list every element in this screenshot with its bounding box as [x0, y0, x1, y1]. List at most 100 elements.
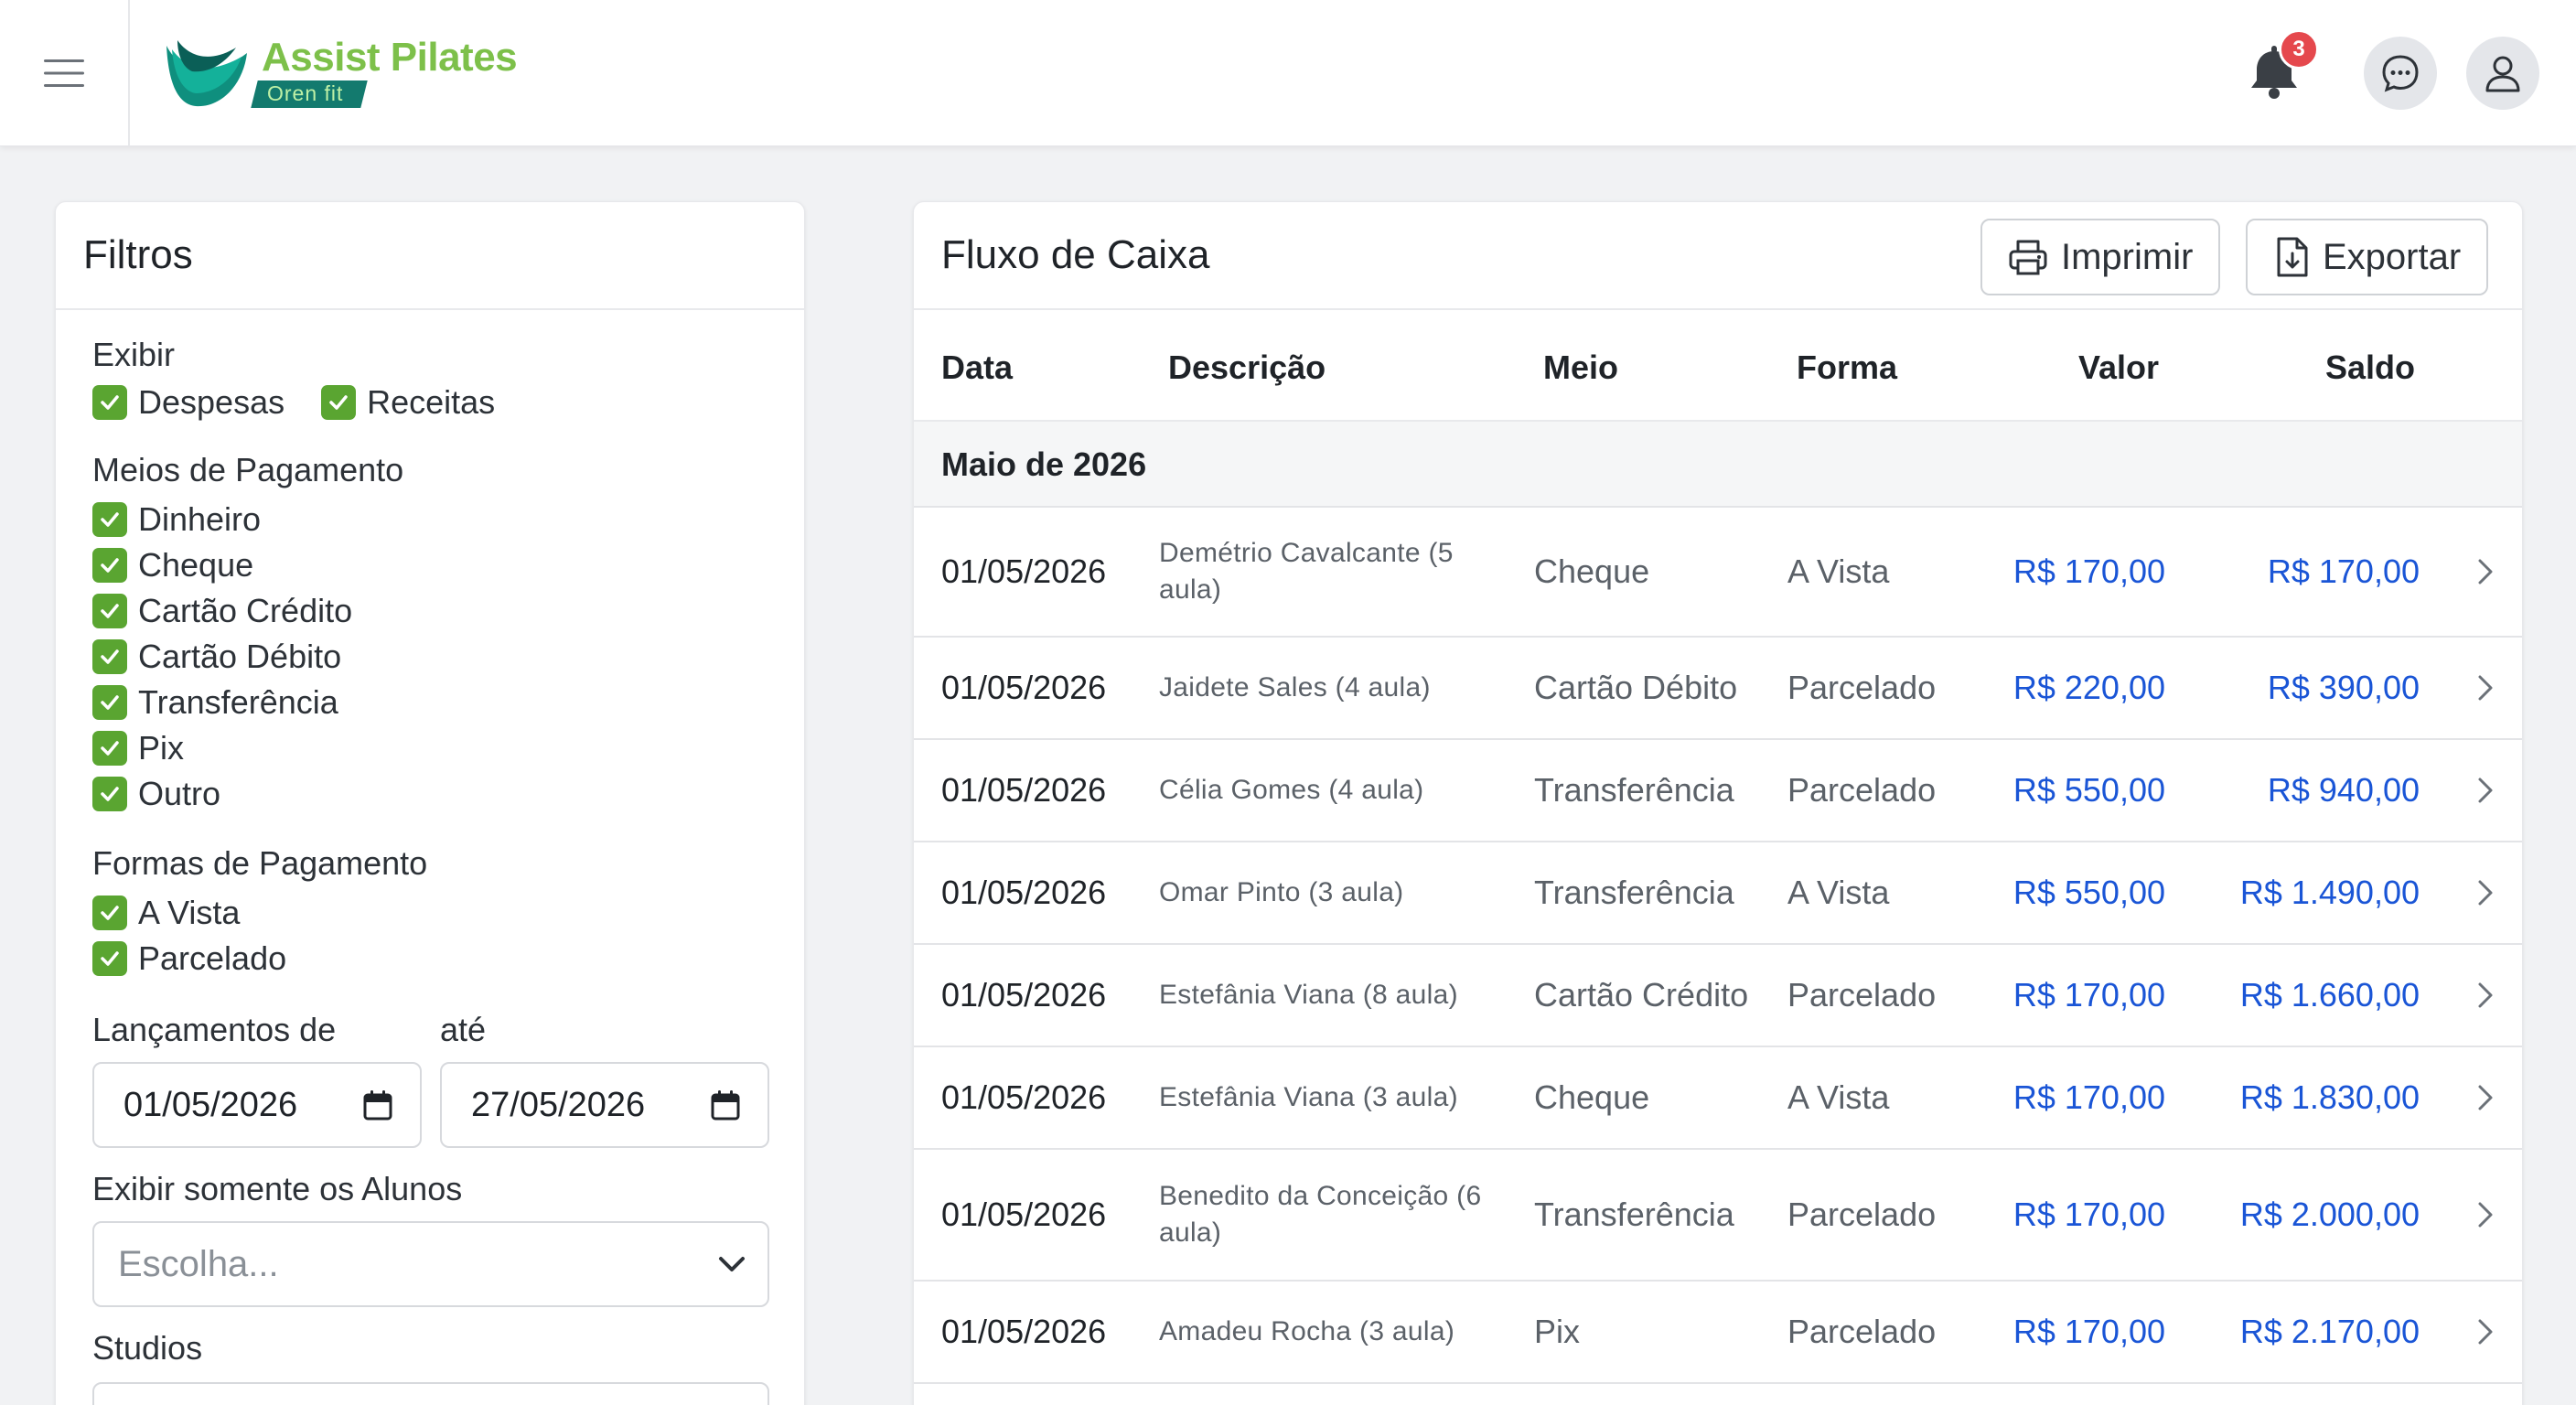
- row-description: Demétrio Cavalcante (5 aula): [1159, 538, 1454, 605]
- checkbox-checked-icon[interactable]: [92, 548, 127, 583]
- chevron-right-icon[interactable]: [2476, 557, 2495, 586]
- alunos-select-placeholder: Escolha...: [118, 1243, 279, 1284]
- checkbox-label: Cartão Crédito: [138, 592, 353, 629]
- row-forma: Parcelado: [1787, 1313, 1937, 1350]
- row-description: Amadeu Rocha (3 aula): [1159, 1316, 1455, 1346]
- wave-logo-icon: [166, 40, 247, 107]
- checkbox-outro[interactable]: Outro: [92, 771, 403, 817]
- row-saldo: R$ 2.000,00: [2239, 1196, 2420, 1233]
- cashflow-panel: Fluxo de Caixa Imprimir Exportar Data De…: [913, 201, 2523, 1405]
- date-to-input[interactable]: 27/05/2026: [440, 1062, 769, 1148]
- row-date: 01/05/2026: [941, 1078, 1107, 1116]
- checkbox-label: A Vista: [138, 894, 241, 931]
- checkbox-despesas[interactable]: Despesas: [92, 380, 284, 425]
- user-icon: [2485, 56, 2520, 92]
- calendar-icon[interactable]: [711, 1089, 740, 1121]
- checkbox-pix[interactable]: Pix: [92, 725, 403, 771]
- notification-badge: 3: [2279, 29, 2319, 70]
- checkbox-checked-icon[interactable]: [92, 777, 127, 811]
- table-row[interactable]: 01/05/2026 Célia Gomes (4 aula) Transfer…: [914, 740, 2522, 842]
- chevron-right-icon[interactable]: [2476, 1200, 2495, 1229]
- checkbox-cartao-credito[interactable]: Cartão Crédito: [92, 588, 403, 634]
- checkbox-checked-icon[interactable]: [92, 502, 127, 537]
- row-saldo: R$ 940,00: [2267, 771, 2420, 809]
- checkbox-checked-icon[interactable]: [92, 941, 127, 976]
- checkbox-checked-icon[interactable]: [92, 385, 127, 420]
- table-row[interactable]: 01/05/2026 Estefânia Viana (3 aula) Cheq…: [914, 1047, 2522, 1150]
- date-from-input[interactable]: 01/05/2026: [92, 1062, 422, 1148]
- row-meio: Cheque: [1534, 552, 1650, 590]
- column-header-descricao[interactable]: Descrição: [1168, 349, 1326, 387]
- checkbox-cartao-debito[interactable]: Cartão Débito: [92, 634, 403, 680]
- checkbox-cheque[interactable]: Cheque: [92, 542, 403, 588]
- lancamentos-from-label: Lançamentos de: [92, 1011, 337, 1048]
- row-meio: Transferência: [1534, 874, 1734, 911]
- date-to-value: 27/05/2026: [471, 1085, 646, 1124]
- checkbox-dinheiro[interactable]: Dinheiro: [92, 497, 403, 542]
- chevron-right-icon[interactable]: [2476, 878, 2495, 907]
- brand-logo[interactable]: Assist Pilates Oren fit: [163, 31, 518, 115]
- checkbox-checked-icon[interactable]: [92, 639, 127, 674]
- checkbox-checked-icon[interactable]: [321, 385, 357, 420]
- checkbox-a-vista[interactable]: A Vista: [92, 890, 427, 936]
- chevron-right-icon[interactable]: [2476, 1317, 2495, 1346]
- studios-select[interactable]: [92, 1382, 769, 1405]
- chevron-right-icon[interactable]: [2476, 981, 2495, 1010]
- month-group-row: Maio de 2026: [914, 422, 2522, 508]
- table-row[interactable]: 01/05/2026 Estefânia Viana (8 aula) Cart…: [914, 945, 2522, 1047]
- column-header-meio[interactable]: Meio: [1543, 349, 1618, 387]
- hamburger-icon: [44, 59, 84, 87]
- formas-section: Formas de Pagamento A Vista Parcelado: [92, 844, 427, 981]
- row-valor: R$ 170,00: [2012, 976, 2165, 1014]
- studios-label: Studios: [92, 1329, 203, 1367]
- messages-button[interactable]: [2364, 37, 2437, 110]
- column-header-saldo[interactable]: Saldo: [2325, 349, 2415, 387]
- row-valor: R$ 170,00: [2012, 552, 2165, 590]
- row-description: Benedito da Conceição (6 aula): [1159, 1181, 1482, 1248]
- row-forma: A Vista: [1787, 552, 1890, 590]
- calendar-icon[interactable]: [363, 1089, 392, 1121]
- row-valor: R$ 550,00: [2012, 771, 2165, 809]
- row-forma: Parcelado: [1787, 669, 1937, 706]
- table-row[interactable]: 01/05/2026 Omar Pinto (3 aula) Transferê…: [914, 842, 2522, 945]
- user-profile-button[interactable]: [2466, 37, 2539, 110]
- checkbox-checked-icon[interactable]: [92, 896, 127, 930]
- export-button[interactable]: Exportar: [2246, 219, 2489, 295]
- checkbox-parcelado[interactable]: Parcelado: [92, 936, 427, 981]
- chevron-right-icon[interactable]: [2476, 1083, 2495, 1112]
- column-header-valor[interactable]: Valor: [2078, 349, 2159, 387]
- table-row[interactable]: 01/05/2026 Demétrio Cavalcante (5 aula) …: [914, 508, 2522, 638]
- row-meio: Cheque: [1534, 1078, 1650, 1116]
- checkbox-label: Dinheiro: [138, 500, 262, 538]
- checkbox-label: Pix: [138, 729, 185, 767]
- table-header: Data Descrição Meio Forma Valor Saldo: [914, 312, 2522, 422]
- chevron-right-icon[interactable]: [2476, 776, 2495, 805]
- checkbox-receitas[interactable]: Receitas: [321, 380, 495, 425]
- brand-tag: Oren fit: [267, 81, 344, 105]
- date-from-value: 01/05/2026: [123, 1085, 298, 1124]
- print-button-label: Imprimir: [2061, 236, 2194, 277]
- table-row[interactable]: 01/05/2026 Benedito da Conceição (6 aula…: [914, 1150, 2522, 1282]
- checkbox-checked-icon[interactable]: [92, 731, 127, 766]
- column-header-data[interactable]: Data: [941, 349, 1013, 387]
- file-download-icon: [2277, 237, 2308, 277]
- checkbox-transferencia[interactable]: Transferência: [92, 680, 403, 725]
- table-row[interactable]: 01/05/2026 Jaidete Sales (4 aula) Cartão…: [914, 638, 2522, 740]
- exibir-label: Exibir: [92, 336, 176, 373]
- row-meio: Transferência: [1534, 771, 1734, 809]
- checkbox-checked-icon[interactable]: [92, 685, 127, 720]
- row-meio: Cartão Débito: [1534, 669, 1738, 706]
- row-saldo: R$ 1.490,00: [2239, 874, 2420, 911]
- hamburger-menu-button[interactable]: [0, 0, 130, 146]
- checkbox-checked-icon[interactable]: [92, 594, 127, 628]
- row-description: Célia Gomes (4 aula): [1159, 775, 1424, 805]
- table-row[interactable]: 01/05/2026 Amadeu Rocha (3 aula) Pix Par…: [914, 1282, 2522, 1384]
- print-button[interactable]: Imprimir: [1980, 219, 2221, 295]
- column-header-forma[interactable]: Forma: [1797, 349, 1897, 387]
- filters-title: Filtros: [83, 232, 193, 277]
- row-date: 01/05/2026: [941, 976, 1107, 1014]
- chevron-right-icon[interactable]: [2476, 673, 2495, 702]
- row-date: 01/05/2026: [941, 669, 1107, 706]
- alunos-select[interactable]: Escolha...: [92, 1221, 769, 1307]
- filters-header: Filtros: [56, 202, 804, 310]
